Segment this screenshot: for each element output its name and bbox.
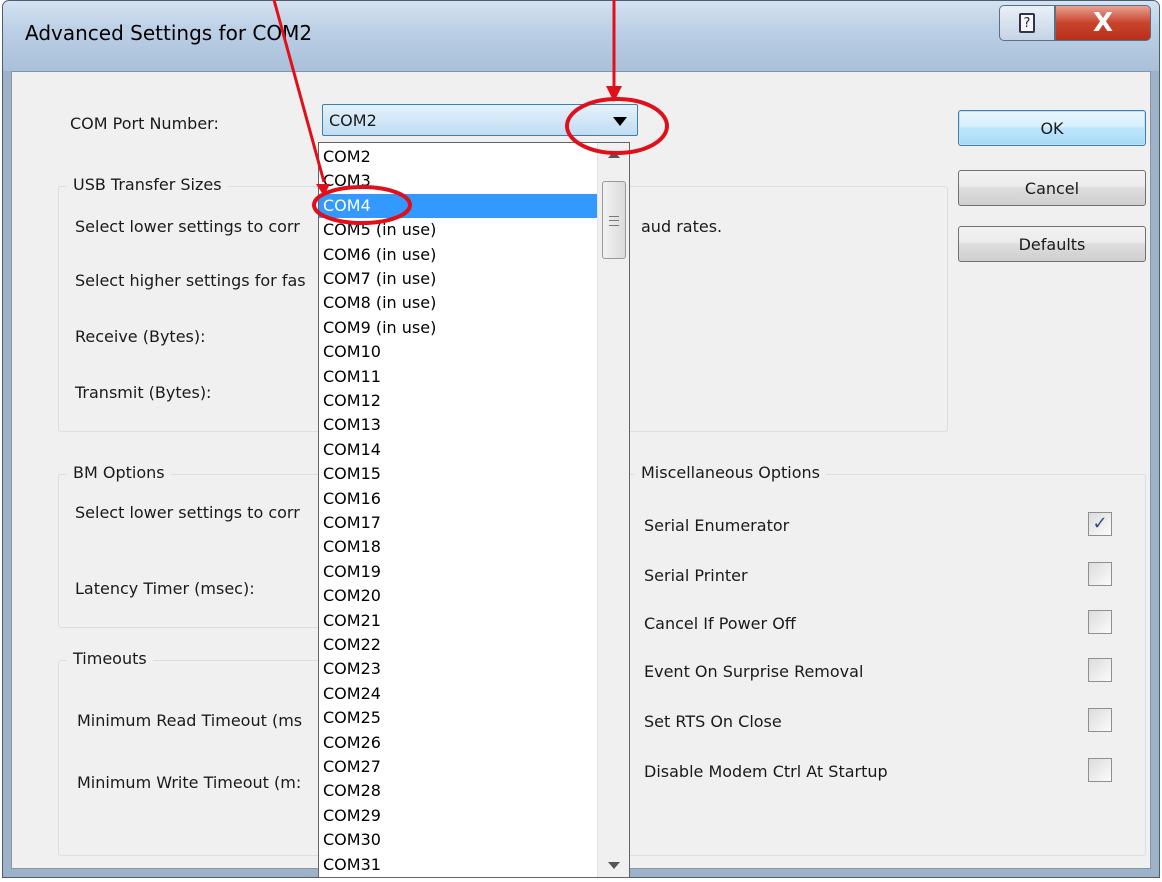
dropdown-option[interactable]: COM29 <box>319 804 597 828</box>
serial-enumerator-label: Serial Enumerator <box>644 516 790 535</box>
cancel-if-power-off-label: Cancel If Power Off <box>644 614 796 633</box>
scroll-up-arrow-icon[interactable] <box>608 151 620 158</box>
min-write-timeout-label: Minimum Write Timeout (m: <box>77 773 302 792</box>
event-on-surprise-removal-checkbox[interactable] <box>1088 658 1112 682</box>
chevron-down-icon[interactable] <box>613 117 627 126</box>
disable-modem-ctrl-label: Disable Modem Ctrl At Startup <box>644 762 888 781</box>
title-bar[interactable]: Advanced Settings for COM2 ? X <box>3 1 1159 71</box>
cancel-if-power-off-checkbox[interactable] <box>1088 610 1112 634</box>
cancel-button[interactable]: Cancel <box>958 170 1146 206</box>
com-port-dropdown-list[interactable]: COM2 COM3 COM4 COM5 (in use) COM6 (in use) CO… <box>318 142 630 878</box>
min-read-timeout-label: Minimum Read Timeout (ms <box>77 711 303 730</box>
dropdown-option[interactable]: COM7 (in use) <box>319 267 597 291</box>
help-button[interactable]: ? <box>999 5 1055 41</box>
usb-transfer-sizes-title: USB Transfer Sizes <box>67 175 228 194</box>
dropdown-scrollbar[interactable] <box>597 143 629 877</box>
dropdown-option[interactable]: COM28 <box>319 779 597 803</box>
dropdown-option[interactable]: COM27 <box>319 755 597 779</box>
disable-modem-ctrl-checkbox[interactable] <box>1088 758 1112 782</box>
dropdown-option[interactable]: COM10 <box>319 340 597 364</box>
latency-timer-label: Latency Timer (msec): <box>75 579 255 598</box>
dropdown-option[interactable]: COM31 <box>319 853 597 877</box>
grip-icon <box>609 216 619 226</box>
dropdown-option[interactable]: COM6 (in use) <box>319 243 597 267</box>
set-rts-on-close-checkbox[interactable] <box>1088 708 1112 732</box>
dropdown-option[interactable]: COM9 (in use) <box>319 316 597 340</box>
help-icon: ? <box>1019 13 1035 33</box>
dropdown-option[interactable]: COM3 <box>319 169 597 193</box>
dropdown-option[interactable]: COM5 (in use) <box>319 218 597 242</box>
event-on-surprise-removal-label: Event On Surprise Removal <box>644 662 864 681</box>
timeouts-title: Timeouts <box>67 649 153 668</box>
usb-lower-settings-tail: aud rates. <box>641 217 723 236</box>
dropdown-option[interactable]: COM15 <box>319 462 597 486</box>
com-port-label: COM Port Number: <box>70 114 219 133</box>
dropdown-option[interactable]: COM12 <box>319 389 597 413</box>
bm-lower-settings-text: Select lower settings to corr <box>75 503 300 522</box>
dropdown-option[interactable]: COM21 <box>319 609 597 633</box>
dropdown-option[interactable]: COM18 <box>319 535 597 559</box>
dropdown-option[interactable]: COM22 <box>319 633 597 657</box>
dropdown-option[interactable]: COM17 <box>319 511 597 535</box>
close-icon: X <box>1092 8 1114 38</box>
dropdown-option[interactable]: COM26 <box>319 731 597 755</box>
usb-lower-settings-text: Select lower settings to corr <box>75 217 300 236</box>
dropdown-option[interactable]: COM16 <box>319 487 597 511</box>
dropdown-option[interactable]: COM25 <box>319 706 597 730</box>
dropdown-option[interactable]: COM2 <box>319 145 597 169</box>
dropdown-option[interactable]: COM4 <box>319 193 597 218</box>
com-port-select[interactable]: COM2 <box>322 104 638 136</box>
scroll-down-arrow-icon[interactable] <box>608 862 620 869</box>
dropdown-option[interactable]: COM14 <box>319 438 597 462</box>
dropdown-option[interactable]: COM8 (in use) <box>319 291 597 315</box>
serial-printer-checkbox[interactable] <box>1088 562 1112 586</box>
serial-enumerator-checkbox[interactable]: ✓ <box>1088 512 1112 536</box>
dropdown-option[interactable]: COM13 <box>319 413 597 437</box>
set-rts-on-close-label: Set RTS On Close <box>644 712 782 731</box>
close-button[interactable]: X <box>1055 5 1151 41</box>
defaults-button[interactable]: Defaults <box>958 226 1146 262</box>
dropdown-option[interactable]: COM24 <box>319 682 597 706</box>
transmit-bytes-label: Transmit (Bytes): <box>75 383 212 402</box>
checkmark-icon: ✓ <box>1092 513 1108 534</box>
serial-printer-label: Serial Printer <box>644 566 748 585</box>
dropdown-option[interactable]: COM30 <box>319 828 597 852</box>
receive-bytes-label: Receive (Bytes): <box>75 327 206 346</box>
ok-button[interactable]: OK <box>958 110 1146 146</box>
dropdown-option[interactable]: COM20 <box>319 584 597 608</box>
usb-higher-settings-text: Select higher settings for fas <box>75 271 306 290</box>
dropdown-option[interactable]: COM11 <box>319 365 597 389</box>
miscellaneous-options-title: Miscellaneous Options <box>635 463 826 482</box>
window-title: Advanced Settings for COM2 <box>25 21 313 45</box>
bm-options-title: BM Options <box>67 463 171 482</box>
com-port-selected-value: COM2 <box>329 111 377 130</box>
dropdown-option[interactable]: COM19 <box>319 560 597 584</box>
scrollbar-thumb[interactable] <box>602 181 626 259</box>
dropdown-option[interactable]: COM23 <box>319 657 597 681</box>
